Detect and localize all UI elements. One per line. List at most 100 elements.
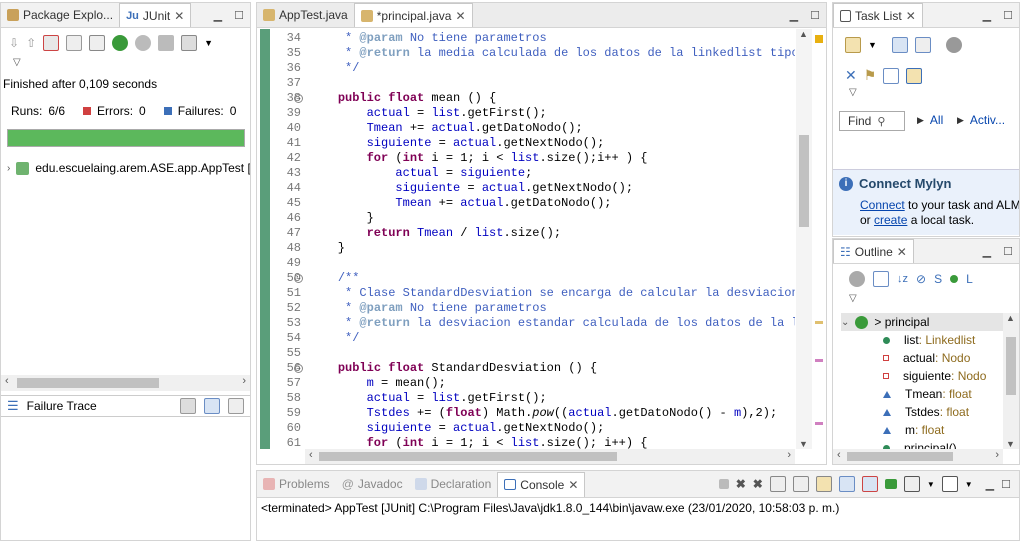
scroll-down-icon[interactable]: ▼ [1006, 439, 1015, 449]
scroll-right-icon[interactable]: › [787, 449, 791, 461]
minimize-icon[interactable]: ▁ [790, 9, 798, 22]
outline-horizontal-scrollbar[interactable]: ‹ › [833, 449, 1003, 464]
layout-icon[interactable] [89, 35, 106, 51]
remove-all-icon[interactable]: ✖ [753, 477, 763, 491]
tab-javadoc[interactable]: @ Javadoc [336, 472, 409, 496]
next-failure-icon[interactable]: ⇩ [9, 36, 19, 50]
show-stdout-icon[interactable] [838, 476, 855, 492]
new-task-icon[interactable] [845, 37, 861, 53]
pin-console-icon[interactable] [884, 479, 897, 489]
chevron-down-icon[interactable]: ⌄ [841, 317, 849, 328]
scroll-left-icon[interactable]: ‹ [5, 375, 9, 387]
find-field[interactable]: Find ⚲ [839, 111, 905, 131]
scroll-left-icon[interactable]: ‹ [309, 449, 313, 461]
scroll-up-icon[interactable]: ▲ [1006, 313, 1015, 323]
collapse-all-icon[interactable] [883, 67, 900, 84]
outline-member[interactable]: principal() [883, 439, 957, 449]
view-menu-icon[interactable]: ▽ [849, 87, 857, 98]
maximize-icon[interactable]: ☐ [1001, 478, 1011, 491]
outline-member[interactable]: actual : Nodo [883, 349, 970, 367]
chevron-right-icon[interactable]: › [7, 163, 10, 174]
scroll-lock-icon[interactable] [792, 476, 809, 492]
console-output[interactable]: <terminated> AppTest [JUnit] C:\Program … [261, 501, 1015, 515]
clear-console-icon[interactable] [769, 476, 786, 492]
minimize-icon[interactable]: ▁ [983, 9, 991, 22]
scroll-lock-icon[interactable] [66, 35, 83, 51]
chevron-down-icon[interactable]: ▼ [204, 38, 213, 48]
stop-icon[interactable] [158, 35, 175, 51]
tab-declaration[interactable]: Declaration [409, 472, 498, 496]
minimize-icon[interactable]: ▁ [983, 245, 991, 258]
open-console-icon[interactable] [941, 476, 958, 492]
outline-vertical-scrollbar[interactable]: ▲ ▼ [1003, 313, 1019, 449]
tab-junit[interactable]: Ju JUnit ✕ [119, 3, 192, 27]
scheduled-icon[interactable] [914, 37, 931, 53]
close-icon[interactable]: ✕ [174, 9, 184, 23]
create-link[interactable]: create [874, 213, 907, 227]
filter-stack-icon[interactable] [204, 398, 220, 414]
fold-toggle-icon[interactable]: − [294, 94, 303, 103]
fold-toggle-icon[interactable]: − [294, 364, 303, 373]
tab-package-explorer[interactable]: Package Explo... [1, 3, 119, 27]
all-link[interactable]: ▶ All [917, 113, 943, 127]
hide-nonpublic-icon[interactable] [950, 275, 959, 283]
outline-member[interactable]: m : float [883, 421, 944, 439]
scroll-up-icon[interactable]: ▲ [799, 29, 808, 39]
connect-link[interactable]: Connect [860, 198, 905, 212]
show-failures-only-icon[interactable] [43, 35, 60, 51]
activate-link[interactable]: ▶ Activ... [957, 113, 1005, 127]
close-icon[interactable]: ✕ [906, 9, 916, 23]
scroll-left-icon[interactable]: ‹ [837, 449, 841, 461]
minimize-icon[interactable]: ▁ [214, 9, 222, 22]
horizontal-scrollbar[interactable]: ‹ › [1, 375, 250, 391]
maximize-icon[interactable]: ☐ [1003, 9, 1013, 22]
tab-problems[interactable]: Problems [257, 472, 336, 496]
outline-member[interactable]: Tmean : float [883, 385, 972, 403]
tab-outline[interactable]: ☷ Outline ✕ [833, 239, 914, 263]
hide-fields-icon[interactable]: ⊘ [916, 272, 926, 286]
close-icon[interactable]: ✕ [568, 478, 578, 492]
chevron-down-icon[interactable]: ▼ [965, 480, 973, 489]
outline-member[interactable]: Tstdes : float [883, 403, 969, 421]
scroll-right-icon[interactable]: › [995, 449, 999, 461]
editor-horizontal-scrollbar[interactable]: ‹ › [305, 449, 795, 464]
copy-trace-icon[interactable] [228, 398, 244, 414]
hide-static-icon[interactable]: S [934, 272, 942, 286]
tree-item-apptest[interactable]: › edu.escuelaing.arem.ASE.app.AppTest [ [7, 161, 250, 175]
remove-launch-icon[interactable]: ✖ [736, 477, 746, 491]
maximize-icon[interactable]: ☐ [234, 9, 244, 22]
code-editor[interactable]: 34 * @param No tiene parametros 35 * @ret… [257, 29, 795, 449]
focus-task-icon[interactable] [849, 271, 865, 287]
collapse-all-icon[interactable] [873, 271, 889, 287]
sync-tasks-icon[interactable] [906, 67, 923, 84]
terminate-icon[interactable] [718, 479, 729, 489]
display-console-icon[interactable] [903, 476, 920, 492]
editor-vertical-scrollbar[interactable]: ▲ ▼ [796, 29, 812, 449]
rerun-failed-icon[interactable] [135, 35, 152, 51]
close-icon[interactable]: ✕ [897, 245, 907, 259]
close-icon[interactable]: ✕ [455, 9, 465, 23]
view-menu-icon[interactable]: ▽ [849, 293, 857, 304]
scroll-down-icon[interactable]: ▼ [799, 439, 808, 449]
compare-icon[interactable] [180, 398, 196, 414]
view-menu-icon[interactable]: ▽ [13, 57, 21, 68]
categorized-icon[interactable] [891, 37, 908, 53]
synchronize-icon[interactable] [945, 37, 962, 53]
tab-apptest-java[interactable]: AppTest.java [257, 3, 354, 27]
outline-member[interactable]: siguiente : Nodo [883, 367, 986, 385]
minimize-icon[interactable]: ▁ [986, 478, 994, 491]
word-wrap-icon[interactable] [815, 476, 832, 492]
scroll-right-icon[interactable]: › [242, 375, 246, 387]
show-stderr-icon[interactable] [861, 476, 878, 492]
outline-root[interactable]: ⌄ > principal [841, 313, 1005, 331]
focus-icon[interactable]: ⚑ [864, 67, 877, 84]
previous-failure-icon[interactable]: ⇧ [26, 36, 36, 50]
chevron-down-icon[interactable]: ▼ [868, 40, 877, 50]
tab-principal-java[interactable]: *principal.java ✕ [353, 3, 473, 27]
history-icon[interactable] [181, 35, 198, 51]
hide-local-types-icon[interactable]: L [966, 272, 973, 286]
rerun-icon[interactable] [112, 35, 129, 51]
maximize-icon[interactable]: ☐ [1003, 245, 1013, 258]
chevron-down-icon[interactable]: ▼ [927, 480, 935, 489]
collapse-icon[interactable]: ✕ [845, 67, 857, 84]
